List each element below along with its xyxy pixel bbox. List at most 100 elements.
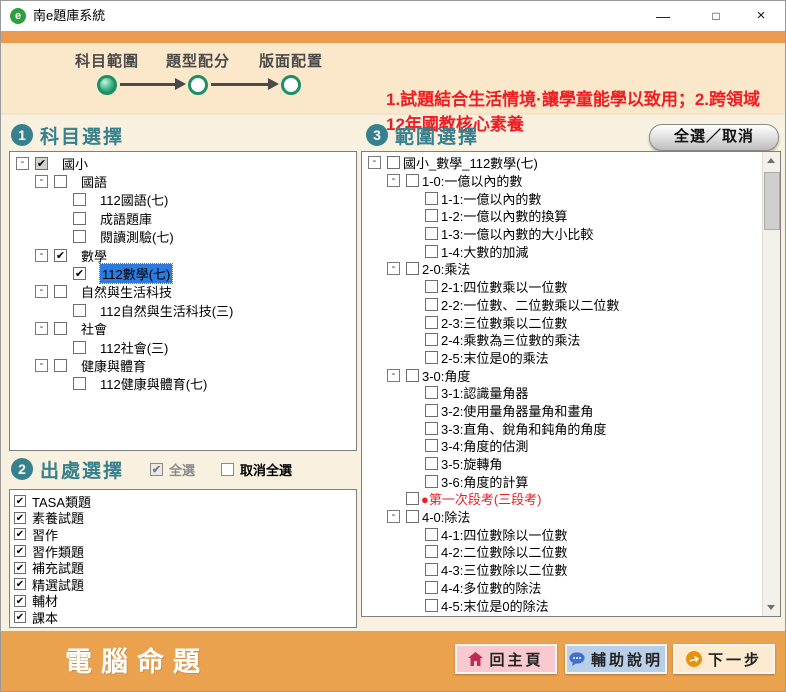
tree-node-label[interactable]: ●第一次段考(三段考) (421, 489, 542, 508)
source-checkbox[interactable]: ✔ (14, 611, 26, 623)
tree-node[interactable]: 1-2:一億以內數的換算 (364, 207, 763, 225)
next-step-button[interactable]: 下一步 (673, 644, 775, 674)
tree-node-label[interactable]: 1-3:一億以內數的大小比較 (441, 224, 593, 243)
tree-node[interactable]: -4-0:除法 (364, 508, 763, 526)
tree-node[interactable]: 1-4:大數的加減 (364, 242, 763, 260)
tree-checkbox[interactable] (425, 404, 438, 417)
tree-node-label[interactable]: 2-1:四位數乘以一位數 (441, 277, 567, 296)
tree-node-label[interactable]: 3-1:認識量角器 (441, 383, 528, 402)
tree-node[interactable]: 4-1:四位數除以一位數 (364, 525, 763, 543)
scrollbar-thumb[interactable] (764, 172, 780, 230)
source-list-item[interactable]: ✔TASA類題 (12, 493, 356, 510)
scroll-up-icon[interactable] (763, 152, 780, 169)
tree-node[interactable]: 3-1:認識量角器 (364, 384, 763, 402)
tree-node[interactable]: - 2-0:乘法 (364, 260, 763, 278)
source-checkbox[interactable]: ✔ (14, 545, 26, 557)
tree-node[interactable]: -自然與生活科技 (12, 283, 356, 301)
tree-node[interactable]: 3-5:旋轉角 (364, 455, 763, 473)
tree-node-label[interactable]: 4-0:除法 (422, 507, 470, 526)
tree-checkbox[interactable] (54, 359, 67, 372)
expand-collapse-icon[interactable]: - (16, 157, 29, 170)
tree-checkbox[interactable] (425, 280, 438, 293)
tree-node-label[interactable]: 自然與生活科技 (81, 282, 172, 301)
tree-node-label[interactable]: 2-4:乘數為三位數的乘法 (441, 330, 580, 349)
home-button[interactable]: 回主頁 (455, 644, 557, 674)
source-list-item[interactable]: ✔課本 (12, 609, 356, 626)
tree-node-label[interactable]: 3-6:角度的計算 (441, 472, 528, 491)
tree-node[interactable]: -3-0:角度 (364, 366, 763, 384)
tree-node-label[interactable]: 4-3:三位數除以二位數 (441, 560, 567, 579)
tree-node[interactable]: 3-3:直角、銳角和鈍角的角度 (364, 419, 763, 437)
close-button[interactable]: × (744, 1, 778, 31)
help-button[interactable]: 輔助說明 (565, 644, 667, 674)
tree-checkbox[interactable] (406, 510, 419, 523)
tree-node[interactable]: -國語 (12, 172, 356, 190)
tree-node-label[interactable]: 國語 (81, 172, 107, 191)
tree-node-label[interactable]: 3-4:角度的估測 (441, 436, 528, 455)
tree-node-label[interactable]: 3-3:直角、銳角和鈍角的角度 (441, 419, 606, 438)
tree-node[interactable]: -1-0:一億以內的數 (364, 172, 763, 190)
source-checkbox[interactable]: ✔ (14, 595, 26, 607)
tree-checkbox[interactable] (425, 298, 438, 311)
tree-checkbox[interactable]: ✔ (35, 157, 48, 170)
tree-checkbox[interactable] (425, 545, 438, 558)
expand-collapse-icon[interactable]: - (387, 174, 400, 187)
tree-node[interactable]: 4-3:三位數除以二位數 (364, 561, 763, 579)
deselect-all-checkbox-icon[interactable] (221, 463, 234, 476)
tree-checkbox[interactable] (73, 212, 86, 225)
select-all-checkbox-icon[interactable]: ✔ (150, 463, 163, 476)
tree-checkbox[interactable] (73, 304, 86, 317)
tree-node[interactable]: 112國語(七) (12, 191, 356, 209)
source-checkbox[interactable]: ✔ (14, 512, 26, 524)
tree-checkbox[interactable]: ✔ (54, 249, 67, 262)
tree-node-label[interactable]: 健康與體育 (81, 356, 146, 375)
tree-node-label[interactable]: 112健康與體育(七) (100, 374, 207, 393)
tree-checkbox[interactable] (425, 457, 438, 470)
tree-node-label[interactable]: 數學 (81, 246, 107, 265)
tree-node[interactable]: 4-2:二位數除以二位數 (364, 543, 763, 561)
tree-checkbox[interactable] (425, 439, 438, 452)
tree-node[interactable]: 1-3:一億以內數的大小比較 (364, 225, 763, 243)
source-list-item[interactable]: ✔輔材 (12, 593, 356, 610)
tree-checkbox[interactable] (425, 422, 438, 435)
minimize-button[interactable]: — (646, 1, 680, 31)
source-checkbox[interactable]: ✔ (14, 562, 26, 574)
tree-node-label[interactable]: 1-4:大數的加減 (441, 242, 528, 261)
select-all-checkbox[interactable]: ✔ 全選 (150, 460, 195, 479)
tree-node-label[interactable]: 4-1:四位數除以一位數 (441, 525, 567, 544)
tree-node[interactable]: 112健康與體育(七) (12, 375, 356, 393)
tree-checkbox[interactable] (54, 285, 67, 298)
tree-node[interactable]: -國小_數學_112數學(七) (364, 154, 763, 172)
tree-checkbox[interactable] (425, 227, 438, 240)
tree-node-label[interactable]: 4-2:二位數除以二位數 (441, 542, 567, 561)
tree-node-label[interactable]: 社會 (81, 319, 107, 338)
tree-node[interactable]: -✔國小 (12, 154, 356, 172)
tree-node[interactable]: 112自然與生活科技(三) (12, 301, 356, 319)
expand-collapse-icon[interactable]: - (387, 262, 400, 275)
tree-node[interactable]: -✔數學 (12, 246, 356, 264)
tree-checkbox[interactable] (425, 386, 438, 399)
tree-node[interactable]: 1-1:一億以內的數 (364, 189, 763, 207)
tree-checkbox[interactable] (406, 174, 419, 187)
tree-node-label[interactable]: 國小_數學_112數學(七) (403, 153, 538, 172)
deselect-all-checkbox[interactable]: 取消全選 (221, 460, 292, 479)
tree-checkbox[interactable] (425, 192, 438, 205)
tree-checkbox[interactable] (425, 316, 438, 329)
tree-checkbox[interactable] (406, 492, 419, 505)
tree-checkbox[interactable] (54, 175, 67, 188)
tree-node-label[interactable]: 成語題庫 (100, 209, 152, 228)
tree-node-label[interactable]: 112數學(七) (100, 264, 172, 283)
tree-node-label[interactable]: 2-3:三位數乘以二位數 (441, 313, 567, 332)
tree-node[interactable]: 成語題庫 (12, 209, 356, 227)
tree-node[interactable]: -社會 (12, 320, 356, 338)
tree-node[interactable]: 4-5:末位是0的除法 (364, 596, 763, 614)
source-checkbox[interactable]: ✔ (14, 578, 26, 590)
tree-node[interactable]: 2-2:一位數、二位數乘以二位數 (364, 296, 763, 314)
source-list-item[interactable]: ✔習作類題 (12, 543, 356, 560)
source-checkbox[interactable]: ✔ (14, 528, 26, 540)
tree-checkbox[interactable] (425, 581, 438, 594)
tree-checkbox[interactable] (425, 599, 438, 612)
source-list-item[interactable]: ✔素養試題 (12, 510, 356, 527)
tree-node-label[interactable]: 2-0:乘法 (422, 259, 470, 278)
tree-checkbox[interactable] (73, 341, 86, 354)
